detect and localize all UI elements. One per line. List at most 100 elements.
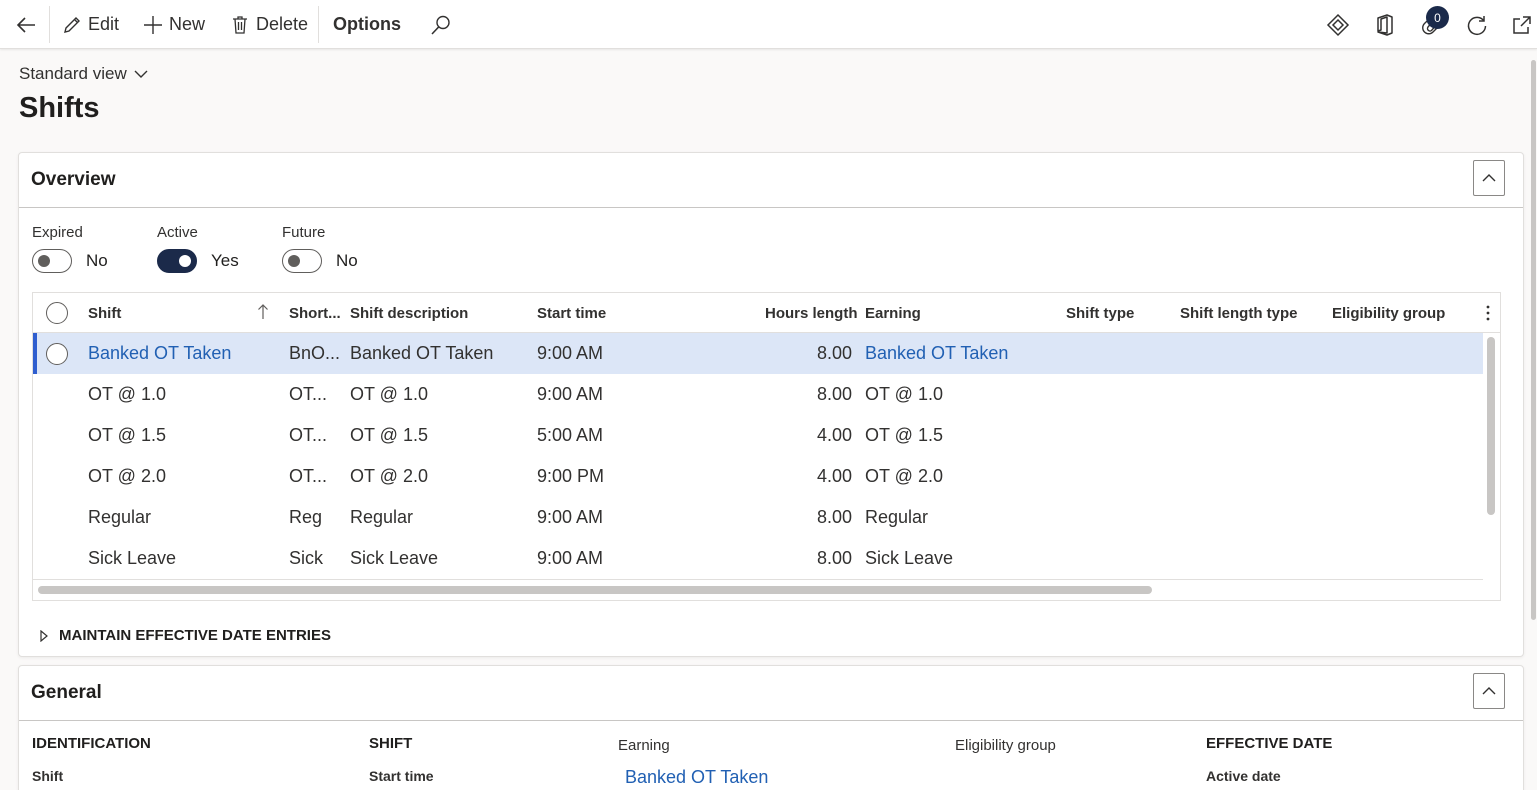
office-icon <box>1377 14 1393 36</box>
back-arrow-icon <box>16 16 35 33</box>
chevron-up-icon <box>1482 174 1496 182</box>
future-toggle[interactable] <box>282 249 322 273</box>
edit-button[interactable]: Edit <box>62 0 119 49</box>
delete-label: Delete <box>256 14 309 34</box>
edit-label: Edit <box>88 14 120 34</box>
cell-hours-length: 4.00 <box>816 425 852 445</box>
office-button[interactable] <box>1372 12 1398 38</box>
options-label: Options <box>333 14 401 34</box>
new-button[interactable]: New <box>143 0 205 49</box>
table-row[interactable]: Regular Reg Regular 9:00 AM 8.00 Regular <box>33 497 1483 538</box>
cell-start-time: 9:00 AM <box>537 343 604 363</box>
cell-description: Sick Leave <box>350 548 439 568</box>
cell-short: OT... <box>289 466 328 486</box>
cell-shift[interactable]: Regular <box>88 507 151 528</box>
options-tab[interactable]: Options <box>333 0 401 49</box>
back-button[interactable] <box>14 0 38 49</box>
future-value: No <box>336 251 358 270</box>
identification-header: IDENTIFICATION <box>32 735 151 752</box>
view-selector-label: Standard view <box>19 64 127 83</box>
cell-description: OT @ 1.0 <box>350 384 428 404</box>
row-select-radio[interactable] <box>46 343 68 365</box>
cell-description: Regular <box>350 507 414 527</box>
col-eligibility-group[interactable]: Eligibility group <box>1332 305 1445 322</box>
diamond-icon <box>1326 13 1350 37</box>
cell-shift[interactable]: OT @ 1.0 <box>88 384 166 405</box>
cell-earning: Sick Leave <box>865 548 954 568</box>
cell-earning: OT @ 2.0 <box>865 466 943 486</box>
power-apps-button[interactable] <box>1325 12 1351 38</box>
expired-toggle[interactable] <box>32 249 72 273</box>
active-date-label: Active date <box>1206 768 1281 784</box>
cell-short: BnO... <box>289 343 341 363</box>
open-new-window-button[interactable] <box>1509 12 1535 38</box>
page-scrollbar[interactable] <box>1531 60 1536 620</box>
col-earning[interactable]: Earning <box>865 305 921 322</box>
grid-header: Shift Short... Shift description Start t… <box>33 293 1500 333</box>
refresh-icon <box>1467 16 1487 35</box>
expired-value: No <box>86 251 108 270</box>
cell-hours-length: 8.00 <box>816 507 852 527</box>
trash-icon <box>233 15 247 34</box>
col-start-time[interactable]: Start time <box>537 305 606 322</box>
cell-hours-length: 8.00 <box>816 548 852 568</box>
grid-horizontal-scrollbar[interactable] <box>38 586 1152 594</box>
col-shift-type[interactable]: Shift type <box>1066 305 1134 322</box>
cell-short: OT... <box>289 425 328 445</box>
maintain-effective-date-toggle[interactable]: MAINTAIN EFFECTIVE DATE ENTRIES <box>39 627 331 644</box>
search-icon <box>431 15 450 35</box>
active-label: Active <box>157 224 198 241</box>
general-collapse-button[interactable] <box>1473 673 1505 709</box>
new-label: New <box>169 14 206 34</box>
table-row[interactable]: OT @ 1.0 OT... OT @ 1.0 9:00 AM 8.00 OT … <box>33 374 1483 415</box>
view-selector[interactable]: Standard view <box>19 64 149 84</box>
earning-label: Earning <box>618 737 670 754</box>
cell-shift[interactable]: OT @ 1.5 <box>88 425 166 446</box>
cell-short: Reg <box>289 507 323 527</box>
maintain-label: MAINTAIN EFFECTIVE DATE ENTRIES <box>59 627 331 644</box>
overview-collapse-button[interactable] <box>1473 160 1505 196</box>
active-value: Yes <box>211 251 239 270</box>
select-all-radio[interactable] <box>46 302 68 324</box>
general-title: General <box>31 682 102 703</box>
expired-label: Expired <box>32 224 83 241</box>
cell-short: OT... <box>289 384 328 404</box>
future-label: Future <box>282 224 326 241</box>
effective-date-header: EFFECTIVE DATE <box>1206 735 1333 752</box>
search-button[interactable] <box>430 0 452 49</box>
cell-earning[interactable]: Banked OT Taken <box>865 343 1008 364</box>
cell-description: OT @ 1.5 <box>350 425 428 445</box>
cell-start-time: 5:00 AM <box>537 425 604 445</box>
table-row[interactable]: OT @ 1.5 OT... OT @ 1.5 5:00 AM 4.00 OT … <box>33 415 1483 456</box>
cell-start-time: 9:00 AM <box>537 548 604 568</box>
cell-shift[interactable]: Banked OT Taken <box>88 343 231 364</box>
table-row[interactable]: Sick Leave Sick Sick Leave 9:00 AM 8.00 … <box>33 538 1483 579</box>
more-options-icon[interactable] <box>1485 304 1491 322</box>
plus-icon <box>144 15 162 34</box>
earning-value-link[interactable]: Banked OT Taken <box>625 767 768 788</box>
table-row[interactable]: Banked OT Taken BnO... Banked OT Taken 9… <box>33 333 1483 374</box>
cell-hours-length: 8.00 <box>816 384 852 404</box>
cell-start-time: 9:00 PM <box>537 466 605 486</box>
action-pane: Edit New Delete Options 0 <box>0 0 1537 49</box>
cell-start-time: 9:00 AM <box>537 384 604 404</box>
col-hours-length[interactable]: Hours length <box>765 305 858 322</box>
cell-shift[interactable]: Sick Leave <box>88 548 176 569</box>
cell-start-time: 9:00 AM <box>537 507 604 527</box>
table-row[interactable]: OT @ 2.0 OT... OT @ 2.0 9:00 PM 4.00 OT … <box>33 456 1483 497</box>
delete-button[interactable]: Delete <box>230 0 308 49</box>
col-description[interactable]: Shift description <box>350 305 468 322</box>
page-title: Shifts <box>19 92 100 124</box>
overview-section: Overview Expired No Active Yes Future No… <box>18 152 1524 657</box>
grid-vertical-scrollbar[interactable] <box>1487 337 1495 515</box>
cell-shift[interactable]: OT @ 2.0 <box>88 466 166 487</box>
active-toggle[interactable] <box>157 249 197 273</box>
col-short[interactable]: Short... <box>289 305 341 322</box>
active-filter: Active Yes <box>157 224 239 273</box>
cell-hours-length: 8.00 <box>816 343 852 363</box>
col-shift[interactable]: Shift <box>88 305 121 322</box>
col-shift-length-type[interactable]: Shift length type <box>1180 305 1298 322</box>
shift-field-label: Shift <box>32 768 64 784</box>
refresh-button[interactable] <box>1464 12 1490 38</box>
eligibility-group-label: Eligibility group <box>955 737 1056 754</box>
